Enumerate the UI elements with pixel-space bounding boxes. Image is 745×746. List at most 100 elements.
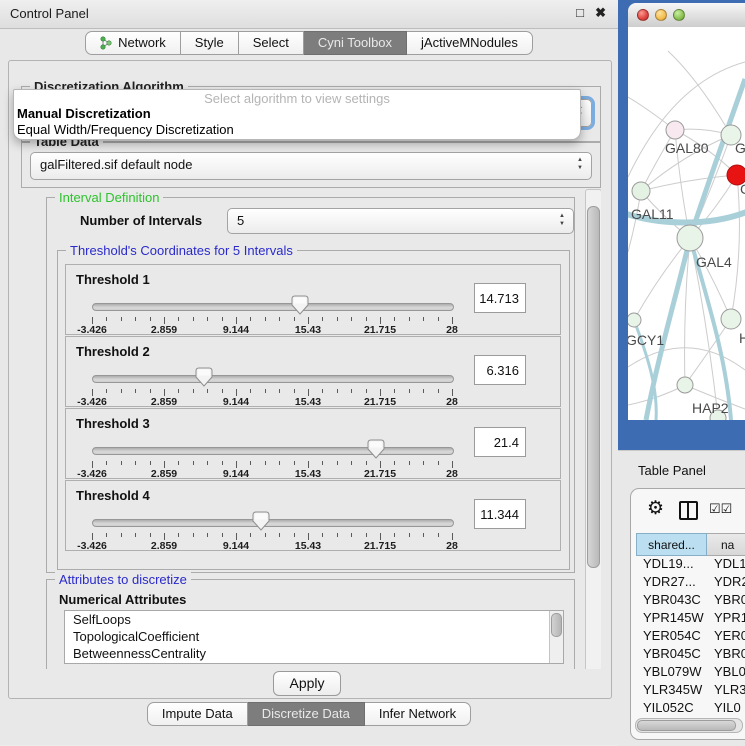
float-window-icon[interactable]: □ [576,5,584,20]
attribute-item[interactable]: SelfLoops [65,611,563,628]
table-data-combobox[interactable]: galFiltered.sif default node ▲▼ [30,152,592,180]
table-scrollbar-thumb[interactable] [637,720,736,731]
apply-button[interactable]: Apply [273,671,341,696]
close-window-icon[interactable]: ✖ [595,5,606,21]
threshold-value-field[interactable]: 6.316 [474,355,526,385]
split-columns-icon[interactable] [679,501,698,520]
column-header-shared-name[interactable]: shared... [636,533,707,556]
network-node-gal4-node[interactable] [677,225,703,251]
table-row[interactable]: YDR27...YDR2 [636,574,745,592]
table-row[interactable]: YBR045CYBR0 [636,646,745,664]
settings-vertical-scrollbar[interactable] [585,189,601,669]
tab-discretize-data[interactable]: Discretize Data [248,702,365,726]
cell-name[interactable]: YLR3 [707,682,745,700]
table-row[interactable]: YDL19...YDL1 [636,556,745,574]
interval-definition-group-title: Interval Definition [55,190,163,205]
cell-name[interactable]: YPR1 [707,610,745,628]
network-node-right-mid-node[interactable] [721,309,741,329]
tab-style-label: Style [195,32,224,54]
table-row[interactable]: YLR345WYLR3 [636,682,745,700]
numerical-attributes-list[interactable]: SelfLoopsTopologicalCoefficientBetweenne… [64,610,564,664]
tab-discretize-data-label: Discretize Data [262,703,350,725]
table-row[interactable]: YER054CYER0 [636,628,745,646]
table-row[interactable]: YPR145WYPR1 [636,610,745,628]
tab-infer-network[interactable]: Infer Network [365,702,471,726]
cell-name[interactable]: YBL0 [707,664,745,682]
attribute-item[interactable]: TopologicalCoefficient [65,628,563,645]
network-node-hap2-node[interactable] [677,377,693,393]
slider-thumb[interactable] [252,511,270,531]
attribute-item[interactable]: BetweennessCentrality [65,645,563,662]
slider-track[interactable] [92,519,454,527]
number-of-intervals-combobox[interactable]: 5 ▲▼ [227,208,574,234]
tab-style[interactable]: Style [181,31,239,55]
slider-thumb[interactable] [367,439,385,459]
threshold-slider[interactable]: -3.4262.8599.14415.4321.71528 [92,297,452,331]
table-row[interactable]: YBL079WYBL0 [636,664,745,682]
slider-thumb[interactable] [291,295,309,315]
attributes-scrollbar-thumb[interactable] [551,613,562,637]
network-window-frame: GAL80GACGAL11GAL4GCY1HHAP2 [618,0,745,450]
node-label: GAL4 [696,254,732,270]
threshold-slider[interactable]: -3.4262.8599.14415.4321.71528 [92,369,452,403]
algorithm-placeholder-option[interactable]: Select algorithm to view settings [14,91,580,106]
threshold-value-field[interactable]: 11.344 [474,499,526,529]
number-of-intervals-value: 5 [237,213,244,228]
mac-close-button[interactable] [637,9,649,21]
threshold-list: Threshold 1 -3.4262.8599.14415.4321.7152… [65,264,561,552]
network-canvas[interactable]: GAL80GACGAL11GAL4GCY1HHAP2 [628,27,745,420]
cell-name[interactable]: YBR0 [707,592,745,610]
network-node-gal80-neighbor[interactable] [666,121,684,139]
threshold-label: Threshold 3 [76,416,150,431]
table-panel-title: Table Panel [638,463,706,478]
cell-shared-name[interactable]: YPR145W [636,610,707,628]
tab-network-label: Network [118,32,166,54]
slider-thumb[interactable] [195,367,213,387]
tab-cyni-toolbox[interactable]: Cyni Toolbox [304,31,407,55]
threshold-value-field[interactable]: 14.713 [474,283,526,313]
mac-minimize-button[interactable] [655,9,667,21]
table-row[interactable]: YIL052CYIL0 [636,700,745,718]
cell-name[interactable]: YBR0 [707,646,745,664]
gear-icon[interactable]: ⚙ [647,497,664,520]
cell-shared-name[interactable]: YBR043C [636,592,707,610]
network-node-gal11-node[interactable] [632,182,650,200]
cell-name[interactable]: YDR2 [707,574,745,592]
tab-impute-data[interactable]: Impute Data [147,702,248,726]
table-horizontal-scrollbar[interactable] [635,718,743,733]
node-label: H [739,330,745,346]
select-columns-icon[interactable]: ☑☑ [709,501,732,517]
algorithm-option-manual[interactable]: Manual Discretization [17,106,151,121]
slider-tick-labels: -3.4262.8599.14415.4321.71528 [92,540,452,552]
cell-name[interactable]: YDL1 [707,556,745,574]
slider-track[interactable] [92,303,454,311]
threshold-slider[interactable]: -3.4262.8599.14415.4321.71528 [92,513,452,547]
cell-shared-name[interactable]: YER054C [636,628,707,646]
column-header-name[interactable]: na [707,533,745,556]
table-row[interactable]: YBR043CYBR0 [636,592,745,610]
cell-shared-name[interactable]: YDR27... [636,574,707,592]
cell-shared-name[interactable]: YDL19... [636,556,707,574]
mac-zoom-button[interactable] [673,9,685,21]
cell-name[interactable]: YER0 [707,628,745,646]
cell-shared-name[interactable]: YBL079W [636,664,707,682]
slider-track[interactable] [92,375,454,383]
node-label: GA [735,140,745,156]
cell-name[interactable]: YIL0 [707,700,745,718]
tab-jactivemnodules[interactable]: jActiveMNodules [407,31,533,55]
threshold-slider[interactable]: -3.4262.8599.14415.4321.71528 [92,441,452,475]
slider-track[interactable] [92,447,454,455]
algorithm-option-equal-width[interactable]: Equal Width/Frequency Discretization [17,122,234,137]
cell-shared-name[interactable]: YIL052C [636,700,707,718]
network-node-gcy1-node[interactable] [628,313,641,327]
combo-stepper-icon: ▲▼ [577,156,583,172]
tab-select[interactable]: Select [239,31,304,55]
cell-shared-name[interactable]: YBR045C [636,646,707,664]
attributes-scrollbar[interactable] [549,611,563,663]
control-panel-titlebar: Control Panel □ ✖ [0,0,618,29]
tab-jactivemnodules-label: jActiveMNodules [421,32,518,54]
cell-shared-name[interactable]: YLR345W [636,682,707,700]
tab-network[interactable]: Network [85,31,181,55]
threshold-value-field[interactable]: 21.4 [474,427,526,457]
settings-scrollbar-thumb[interactable] [587,206,600,568]
